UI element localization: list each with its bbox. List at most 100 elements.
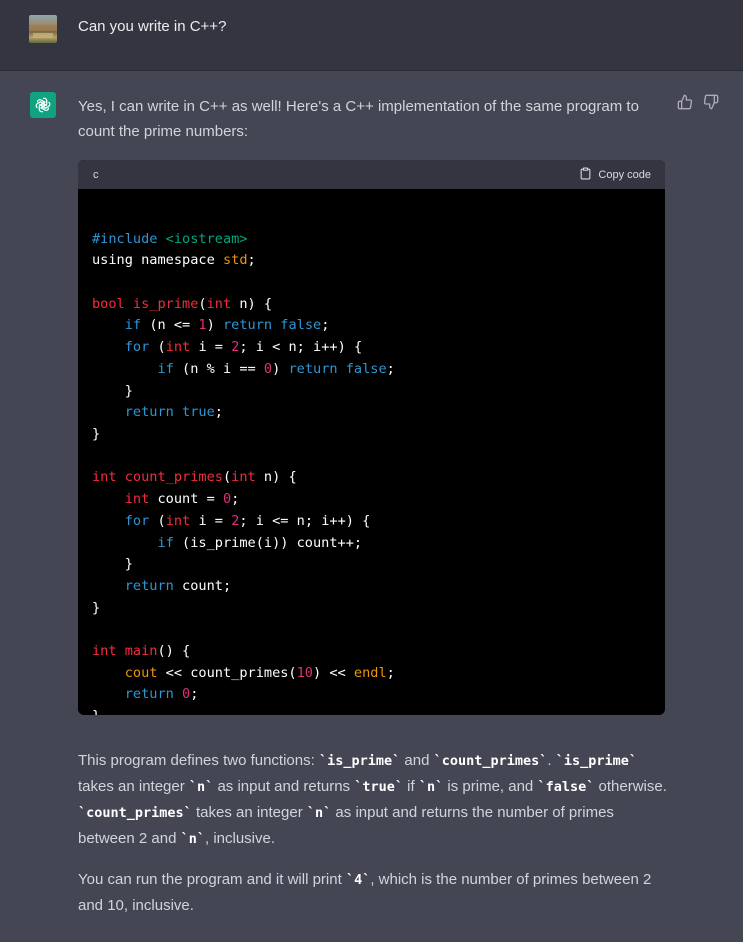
code-token: i = — [198, 512, 232, 529]
code-token: if — [157, 534, 183, 551]
code-token: ( — [222, 469, 232, 486]
code-token: is_prime — [132, 295, 199, 312]
code-token: 10 — [296, 664, 313, 681]
code-token: ; — [231, 491, 240, 508]
code-token: using namespace — [92, 252, 223, 269]
code-line: return count; — [92, 576, 651, 598]
code-token: ; — [386, 664, 395, 681]
code-line: return true; — [92, 402, 651, 424]
code-token: int — [124, 491, 158, 508]
code-line: } — [92, 424, 651, 446]
code-token: } — [92, 708, 100, 715]
code-token: int — [165, 512, 199, 529]
code-token: 0 — [263, 360, 273, 377]
code-token: n) { — [239, 295, 273, 312]
code-line: if (n % i == 0) return false; — [92, 359, 651, 381]
text-segment: You can run the program and it will prin… — [78, 871, 346, 888]
text-segment: is prime, and — [443, 778, 538, 795]
openai-logo-icon — [30, 92, 56, 118]
code-token: (n % i == — [182, 360, 264, 377]
code-token: endl — [353, 664, 387, 681]
code-token: std — [222, 252, 248, 269]
copy-code-button[interactable]: Copy code — [579, 167, 651, 183]
code-token: return false — [288, 360, 387, 377]
code-token: for — [124, 512, 158, 529]
code-token: () { — [157, 643, 191, 659]
code-line: int count_primes(int n) { — [92, 467, 651, 489]
code-line: if (n <= 1) return false; — [92, 315, 651, 337]
thumbs-down-icon[interactable] — [703, 94, 719, 110]
user-message-row: Can you write in C++? — [0, 0, 743, 71]
text-segment: and — [400, 752, 434, 769]
text-segment: as input and returns — [213, 778, 355, 795]
code-token: return — [124, 577, 183, 594]
code-token: (is_prime(i)) count++; — [182, 534, 363, 551]
code-token: cout — [124, 664, 166, 681]
inline-code: `false` — [537, 779, 595, 795]
code-line: } — [92, 598, 651, 620]
code-token: (n <= — [149, 317, 199, 334]
code-token: if — [157, 360, 183, 377]
text-segment: . — [547, 752, 556, 769]
inline-code: `4` — [345, 872, 371, 888]
user-avatar — [29, 15, 57, 43]
inline-code: `is_prime` — [555, 753, 638, 769]
code-token: return true — [124, 404, 215, 421]
code-line: cout << count_primes(10) << endl; — [92, 663, 651, 685]
code-token: return — [124, 686, 183, 703]
code-language-label: c — [93, 168, 99, 181]
code-token: } — [92, 599, 101, 616]
code-line: } — [92, 706, 651, 715]
code-token: main — [124, 643, 158, 659]
text-segment: otherwise. — [594, 778, 667, 795]
text-segment: if — [403, 778, 419, 795]
result-paragraph: You can run the program and it will prin… — [78, 867, 668, 918]
code-token: } — [92, 382, 133, 399]
code-token: for — [124, 339, 158, 356]
code-token: } — [92, 426, 101, 442]
code-block: c Copy code #include <iostream> using nam… — [78, 160, 665, 715]
code-token: ) << — [313, 664, 354, 681]
inline-code: `true` — [354, 779, 403, 795]
code-token: int — [231, 469, 264, 486]
text-segment: takes an integer — [78, 778, 189, 795]
code-token: count_primes — [124, 469, 223, 486]
code-token: ; — [190, 686, 199, 703]
code-token: int — [165, 339, 199, 356]
code-line: } — [92, 381, 651, 403]
code-token: 1 — [198, 317, 207, 334]
code-token: ( — [157, 339, 166, 356]
code-token: ) — [272, 360, 289, 377]
copy-code-label: Copy code — [598, 168, 651, 181]
code-content: #include <iostream> using namespace std; b… — [78, 189, 665, 715]
code-token: #include — [92, 230, 166, 247]
text-segment: takes an integer — [191, 804, 307, 821]
code-token: count = — [157, 491, 223, 508]
code-token: ) — [206, 317, 223, 334]
code-token: n) { — [263, 469, 297, 486]
code-token: ( — [198, 295, 207, 312]
code-token: int — [92, 469, 125, 486]
code-token: } — [92, 556, 133, 573]
inline-code: `n` — [180, 831, 205, 847]
code-line: using namespace std; — [92, 250, 651, 272]
code-token: int — [92, 643, 125, 659]
code-line: return 0; — [92, 684, 651, 706]
clipboard-icon — [579, 167, 592, 183]
code-token: int — [206, 295, 240, 312]
text-segment: , inclusive. — [204, 830, 276, 847]
code-token: 0 — [182, 686, 191, 703]
inline-code: `is_prime` — [318, 753, 401, 769]
code-line: int count = 0; — [92, 489, 651, 511]
thumbs-up-icon[interactable] — [677, 94, 693, 110]
